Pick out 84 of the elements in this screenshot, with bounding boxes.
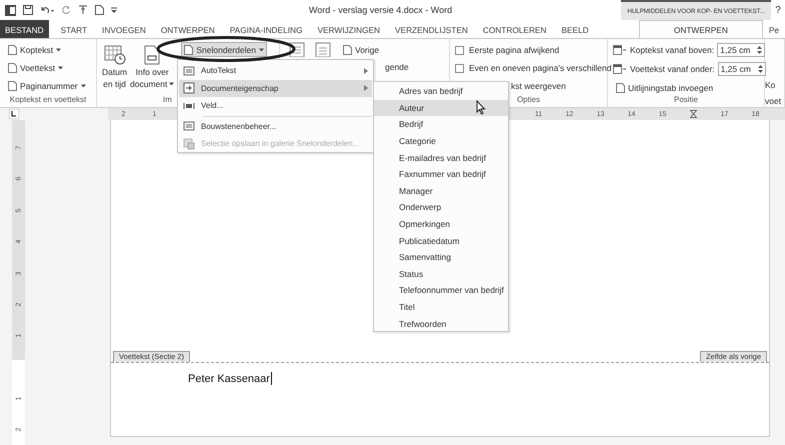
- menu-item[interactable]: Categorie: [374, 132, 508, 150]
- field-label: Koptekst vanaf boven:: [630, 45, 714, 55]
- menu-item[interactable]: E-mailadres van bedrijf: [374, 149, 508, 166]
- checkbox-label: Even en oneven pagina's verschillend: [469, 63, 612, 73]
- footer-text[interactable]: Peter Kassenaar: [188, 372, 270, 384]
- menu-item[interactable]: Adres van bedrijf: [374, 83, 508, 100]
- field-label: Voettekst vanaf onder:: [630, 64, 715, 74]
- ribbon-button[interactable]: Paginanummer: [5, 78, 89, 93]
- menu-item[interactable]: Telefoonnummer van bedrijf: [374, 282, 508, 299]
- text-cursor: [270, 372, 272, 385]
- ribbon-label: voet: [765, 95, 782, 107]
- page-icon: [616, 82, 625, 92]
- menu-item[interactable]: Opmerkingen: [374, 216, 508, 232]
- margin-icon: [613, 64, 627, 74]
- customize-caret-icon[interactable]: [111, 6, 117, 14]
- ribbon-tab[interactable]: Pe: [762, 20, 785, 38]
- save-selection-icon: [183, 138, 195, 150]
- ribbon-tab[interactable]: START: [54, 20, 94, 38]
- ribbon-tab[interactable]: ONTWERPEN: [638, 20, 763, 38]
- ribbon-label: gende: [385, 61, 409, 74]
- spin-field[interactable]: 1,25 cm: [717, 43, 766, 57]
- save-icon[interactable]: [23, 5, 33, 15]
- menu-item[interactable]: Publicatiedatum: [374, 232, 508, 249]
- checkbox[interactable]: [455, 64, 464, 72]
- ribbon-button[interactable]: Koptekst: [5, 42, 89, 57]
- ribbon-button[interactable]: Vorige: [340, 42, 409, 57]
- menu-item[interactable]: Bedrijf: [374, 116, 508, 133]
- spinner-arrows-icon: [757, 45, 762, 55]
- ribbon-tab[interactable]: VERWIJZINGEN: [311, 20, 386, 38]
- menu-item[interactable]: Veld...: [179, 97, 372, 114]
- page-icon: [184, 44, 194, 54]
- menu-item[interactable]: Faxnummer van bedrijf: [374, 166, 508, 183]
- checkbox-label: Eerste pagina afwijkend: [469, 45, 560, 55]
- spin-field[interactable]: 1,25 cm: [718, 62, 766, 76]
- menu-item-icon: [183, 82, 195, 94]
- menu-item[interactable]: Samenvatting: [374, 248, 508, 266]
- spinner-arrows-icon: [758, 64, 763, 74]
- document-info-icon: [144, 45, 160, 65]
- help-button[interactable]: ?: [771, 4, 785, 16]
- group-label: Positie: [674, 95, 698, 106]
- ribbon-button[interactable]: Info over document: [130, 42, 174, 95]
- group-label: Opties: [516, 95, 540, 106]
- group-label: Im: [163, 95, 172, 106]
- ribbon-tab[interactable]: PAGINA-INDELING: [224, 20, 308, 38]
- ribbon-tab[interactable]: VERZENDLIJSTEN: [389, 20, 474, 38]
- ribbon-tab[interactable]: CONTROLEREN: [476, 20, 552, 38]
- menu-item[interactable]: Titel: [374, 298, 508, 316]
- menu-item[interactable]: Onderwerp: [374, 199, 508, 216]
- window-title: Word - verslag versie 4.docx - Word: [308, 5, 454, 15]
- menu-item-icon: [183, 120, 195, 132]
- ribbon-label: kst weergeven: [511, 80, 566, 93]
- ribbon-button[interactable]: Uitlijningstab invoegen: [613, 80, 766, 95]
- page-icon: [343, 44, 352, 54]
- ribbon-button[interactable]: Voettekst: [5, 60, 89, 75]
- ribbon-button[interactable]: Datum en tijd: [102, 42, 128, 95]
- submenu-arrow-icon: [364, 68, 368, 74]
- indent-marker-icon[interactable]: [690, 110, 697, 118]
- new-document-icon[interactable]: [95, 5, 104, 15]
- menu-item: Selectie opslaan in galerie Snelonderdelen...: [179, 135, 372, 152]
- menu-item[interactable]: Manager: [374, 182, 508, 200]
- go-to-footer-icon[interactable]: [314, 42, 332, 57]
- menu-item[interactable]: Documenteigenschap: [179, 80, 372, 97]
- group-label: Koptekst en voettekst: [10, 95, 86, 106]
- undo-icon[interactable]: [40, 5, 54, 15]
- ribbon-tab[interactable]: ONTWERPEN: [154, 20, 221, 38]
- ribbon-button[interactable]: Snelonderdelen: [181, 42, 267, 57]
- menu-item[interactable]: Bouwstenenbeheer...: [179, 118, 372, 135]
- checkbox[interactable]: [455, 46, 464, 54]
- redo-icon[interactable]: [61, 5, 71, 15]
- calendar-clock-icon: [104, 45, 126, 65]
- submenu-arrow-icon: [364, 85, 368, 92]
- menu-item[interactable]: Auteur: [374, 100, 508, 116]
- file-tab[interactable]: BESTAND: [0, 20, 49, 38]
- ribbon-label: Ko: [765, 79, 776, 92]
- ribbon-tab[interactable]: INVOEGEN: [96, 20, 152, 38]
- menu-item[interactable]: Trefwoorden: [374, 315, 508, 332]
- menu-item-icon: [183, 64, 195, 77]
- touch-mode-icon[interactable]: [78, 5, 88, 15]
- tab-selector-icon[interactable]: [9, 109, 19, 119]
- margin-icon: [613, 45, 627, 55]
- mouse-pointer-icon: [476, 100, 486, 115]
- ribbon-tab[interactable]: BEELD: [555, 20, 595, 38]
- menu-item[interactable]: Status: [374, 266, 508, 282]
- menu-item[interactable]: AutoTekst: [179, 62, 372, 80]
